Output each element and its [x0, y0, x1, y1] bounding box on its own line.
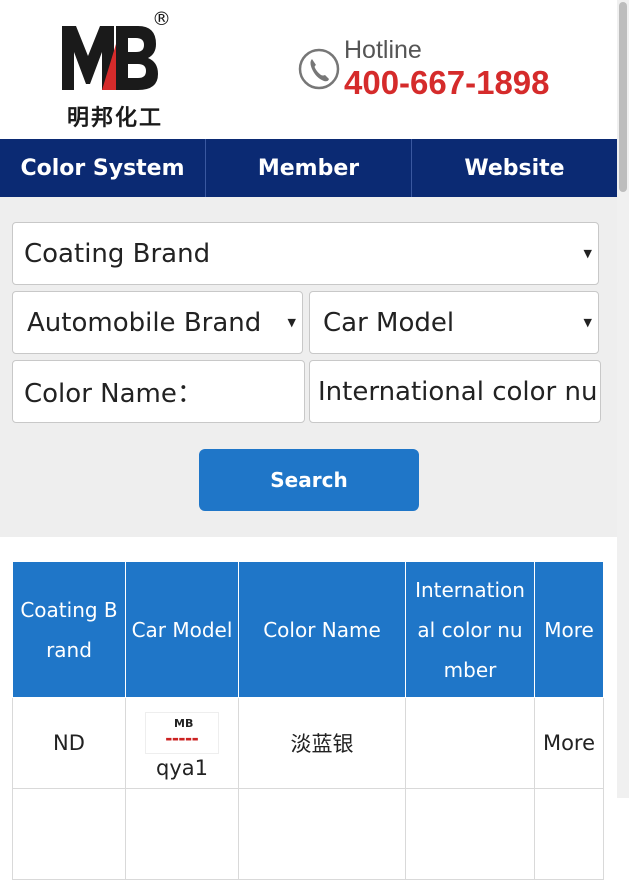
cell-color-name: 淡蓝银 — [238, 697, 406, 789]
main-nav: Color System Member Website — [0, 139, 617, 197]
nav-item-color-system[interactable]: Color System — [0, 139, 206, 197]
more-link[interactable]: More — [534, 697, 604, 789]
phone-icon — [298, 48, 340, 90]
registered-mark: ® — [152, 8, 171, 30]
page-scrollbar[interactable] — [617, 0, 629, 798]
hotline-number[interactable]: 400-667-1898 — [344, 64, 550, 102]
automobile-brand-select-value: Automobile Brand — [27, 307, 262, 338]
table-row: ND MB ▬▬▬▬▬ qya1 淡蓝银 More — [12, 697, 604, 789]
coating-brand-select[interactable]: Coating Brand ▼ — [12, 222, 599, 285]
search-panel: Coating Brand ▼ Automobile Brand ▼ Car M… — [0, 197, 617, 537]
header-car-model: Car Model — [125, 561, 239, 698]
car-model-select[interactable]: Car Model ▼ — [309, 291, 599, 354]
cell-coating-brand: ND — [12, 697, 126, 789]
results-table: Coating Brand Car Model Color Name Inter… — [12, 561, 604, 880]
thumbnail-logo-icon: MB — [174, 717, 194, 730]
header-coating-brand: Coating Brand — [12, 561, 126, 698]
chevron-down-icon: ▼ — [583, 247, 592, 260]
color-name-field[interactable]: Color Name： — [12, 360, 305, 423]
color-name-label: Color Name： — [24, 379, 203, 409]
coating-brand-select-value: Coating Brand — [24, 238, 211, 269]
header-color-name: Color Name — [238, 561, 406, 698]
car-model-select-value: Car Model — [323, 307, 455, 338]
nav-item-website[interactable]: Website — [412, 139, 617, 197]
site-header: ® 明邦化工 Hotline 400-667-1898 — [0, 0, 617, 139]
international-color-number-placeholder: International color nu — [318, 376, 598, 407]
header-international-color-number: International color number — [405, 561, 535, 698]
mb-logo-icon — [62, 26, 158, 90]
table-row — [12, 788, 604, 880]
international-color-number-input[interactable]: International color nu — [309, 360, 601, 423]
table-header-row: Coating Brand Car Model Color Name Inter… — [12, 561, 604, 698]
car-model-label: qya1 — [156, 756, 208, 780]
chevron-down-icon: ▼ — [583, 316, 592, 329]
chevron-down-icon: ▼ — [287, 316, 296, 329]
hotline-label: Hotline — [344, 36, 422, 64]
thumbnail-banner-icon: ▬▬▬▬▬ — [165, 735, 199, 743]
search-button[interactable]: Search — [199, 449, 419, 511]
header-more: More — [534, 561, 604, 698]
cell-international-color-number — [405, 697, 535, 789]
brand-name: 明邦化工 — [66, 106, 163, 131]
nav-item-member[interactable]: Member — [206, 139, 412, 197]
brand-logo[interactable]: ® 明邦化工 — [58, 8, 178, 131]
cell-car-model: MB ▬▬▬▬▬ qya1 — [125, 697, 239, 789]
automobile-brand-select[interactable]: Automobile Brand ▼ — [12, 291, 303, 354]
car-model-thumbnail[interactable]: MB ▬▬▬▬▬ — [145, 712, 219, 754]
scrollbar-thumb[interactable] — [619, 2, 627, 192]
